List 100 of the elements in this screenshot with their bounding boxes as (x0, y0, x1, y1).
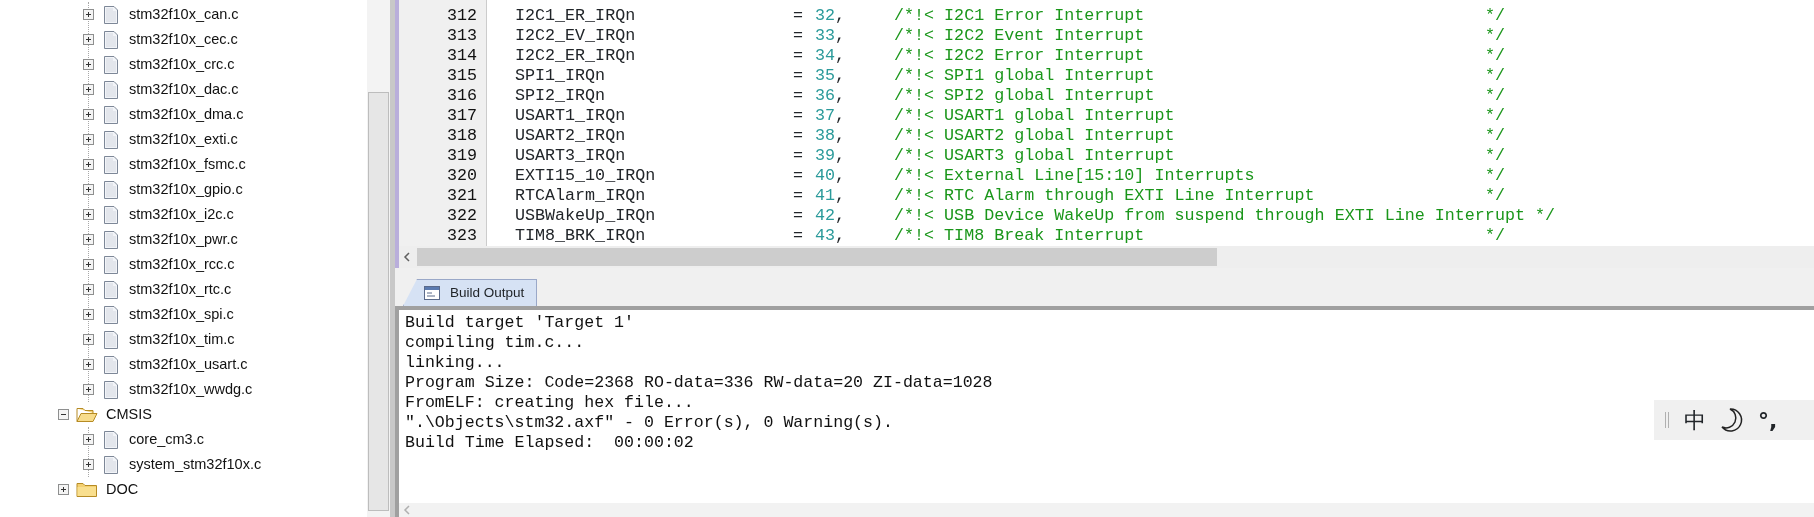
code-text: = (793, 86, 804, 106)
file-name[interactable]: stm32f10x_rcc.c (129, 253, 235, 276)
output-line: linking... (404, 353, 505, 373)
code-text: I2C2_ER_IRQn (515, 46, 637, 66)
expand-icon[interactable] (83, 34, 94, 45)
ime-punctuation[interactable]: °, (1758, 403, 1778, 437)
code-text: SPI2_IRQn (515, 86, 607, 106)
expand-icon[interactable] (83, 359, 94, 370)
file-icon (103, 255, 119, 274)
expand-icon[interactable] (83, 309, 94, 320)
file-icon (103, 55, 119, 74)
window-icon (424, 286, 440, 300)
code-comment: /*!< USART1 global Interrupt (894, 106, 1176, 126)
output-line: Build target 'Target 1' (404, 313, 635, 333)
code-text: , (835, 186, 847, 206)
expand-icon[interactable] (83, 159, 94, 170)
code-text: = (793, 126, 804, 146)
code-text: = (793, 106, 804, 126)
number-literal: 33 (815, 26, 836, 46)
line-number: 322 (445, 206, 478, 226)
code-comment: */ (1485, 186, 1506, 206)
expand-icon[interactable] (83, 209, 94, 220)
folder-name[interactable]: CMSIS (106, 403, 152, 426)
line-number: 314 (445, 46, 478, 66)
file-icon (103, 30, 119, 49)
expand-icon[interactable] (83, 9, 94, 20)
file-icon (103, 5, 119, 24)
file-name[interactable]: stm32f10x_pwr.c (129, 228, 238, 251)
file-name[interactable]: stm32f10x_dma.c (129, 103, 244, 126)
file-name[interactable]: stm32f10x_gpio.c (129, 178, 243, 201)
expand-icon[interactable] (83, 109, 94, 120)
code-text: , (835, 26, 847, 46)
expand-icon[interactable] (83, 184, 94, 195)
code-text: , (835, 146, 847, 166)
file-name[interactable]: stm32f10x_can.c (129, 3, 239, 26)
code-text: , (835, 6, 847, 26)
file-name[interactable]: stm32f10x_usart.c (129, 353, 248, 376)
file-icon (103, 455, 119, 474)
file-name[interactable]: stm32f10x_cec.c (129, 28, 238, 51)
expand-icon[interactable] (83, 84, 94, 95)
code-comment: */ (1534, 206, 1555, 226)
file-name[interactable]: stm32f10x_fsmc.c (129, 153, 246, 176)
number-literal: 34 (815, 46, 836, 66)
file-icon (103, 305, 119, 324)
line-number: 315 (445, 66, 478, 86)
code-text: , (835, 66, 847, 86)
scrollbar-thumb[interactable] (368, 92, 389, 511)
file-name[interactable]: core_cm3.c (129, 428, 204, 451)
code-comment: */ (1485, 146, 1506, 166)
file-name[interactable]: system_stm32f10x.c (129, 453, 262, 476)
code-text: = (793, 66, 804, 86)
expand-icon[interactable] (83, 459, 94, 470)
code-comment: */ (1485, 6, 1506, 26)
output-line: compiling tim.c... (404, 333, 585, 353)
code-comment: /*!< USART3 global Interrupt (894, 146, 1176, 166)
collapse-icon[interactable] (58, 409, 69, 420)
file-icon (103, 330, 119, 349)
code-comment: /*!< USB Device WakeUp from suspend through EXTI Line Interrupt (894, 206, 1525, 226)
code-text: USBWakeUp_IRQn (515, 206, 657, 226)
number-literal: 37 (815, 106, 836, 126)
line-number: 312 (445, 6, 478, 26)
ime-language[interactable]: 中 (1684, 403, 1706, 437)
number-literal: 41 (815, 186, 836, 206)
file-name[interactable]: stm32f10x_exti.c (129, 128, 238, 151)
number-literal: 38 (815, 126, 836, 146)
code-comment: /*!< I2C2 Error Interrupt (894, 46, 1146, 66)
file-icon (103, 155, 119, 174)
expand-icon[interactable] (83, 434, 94, 445)
file-icon (103, 355, 119, 374)
number-literal: 36 (815, 86, 836, 106)
code-text: = (793, 226, 804, 246)
file-name[interactable]: stm32f10x_crc.c (129, 53, 235, 76)
expand-icon[interactable] (83, 334, 94, 345)
panel-tab[interactable]: Build Output (403, 279, 538, 306)
expand-icon[interactable] (83, 259, 94, 270)
code-comment: /*!< I2C1 Error Interrupt (894, 6, 1146, 26)
code-text: RTCAlarm_IRQn (515, 186, 647, 206)
expand-icon[interactable] (83, 234, 94, 245)
file-name[interactable]: stm32f10x_tim.c (129, 328, 235, 351)
file-name[interactable]: stm32f10x_i2c.c (129, 203, 234, 226)
file-name[interactable]: stm32f10x_wwdg.c (129, 378, 253, 401)
scrollbar-thumb[interactable] (417, 248, 1217, 266)
expand-icon[interactable] (58, 484, 69, 495)
expand-icon[interactable] (83, 59, 94, 70)
file-name[interactable]: stm32f10x_dac.c (129, 78, 239, 101)
code-comment: */ (1485, 166, 1506, 186)
folder-name[interactable]: DOC (106, 478, 139, 501)
file-icon (103, 180, 119, 199)
file-name[interactable]: stm32f10x_spi.c (129, 303, 234, 326)
code-comment: */ (1485, 226, 1506, 246)
file-icon (103, 430, 119, 449)
expand-icon[interactable] (83, 384, 94, 395)
line-number: 323 (445, 226, 478, 246)
expand-icon[interactable] (83, 284, 94, 295)
file-name[interactable]: stm32f10x_rtc.c (129, 278, 232, 301)
code-text: , (835, 226, 847, 246)
code-comment: */ (1485, 26, 1506, 46)
code-text: = (793, 166, 804, 186)
moon-icon[interactable] (1720, 407, 1744, 433)
expand-icon[interactable] (83, 134, 94, 145)
